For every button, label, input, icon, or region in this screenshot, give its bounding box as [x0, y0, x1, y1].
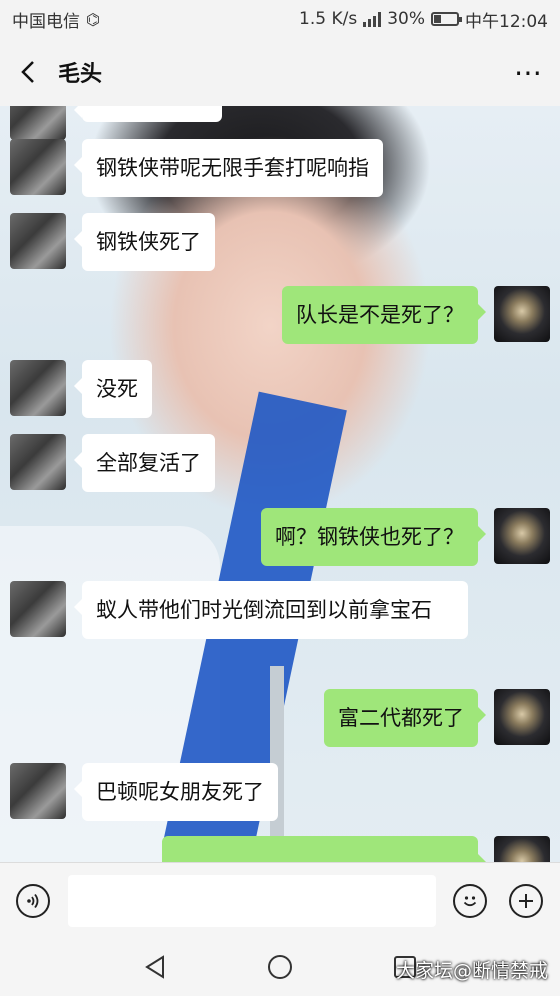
- message-bubble[interactable]: 队长是不是死了？: [282, 286, 486, 344]
- chat-message-list[interactable]: 钢铁侠带呢无限手套打呢响指 钢铁侠死了 队长是不是死了？ 没死 全部复活了 啊？…: [0, 106, 560, 862]
- message-row: 钢铁侠带呢无限手套打呢响指: [10, 139, 383, 197]
- message-bubble[interactable]: 蚁人带他们时光倒流回到以前拿宝石: [74, 581, 468, 639]
- more-options-icon[interactable]: ⋯: [514, 56, 544, 89]
- chat-title: 毛头: [58, 62, 103, 87]
- message-row: 队长是不是死了？: [282, 286, 550, 344]
- message-bubble[interactable]: 钢铁侠带呢无限手套打呢响指: [74, 139, 383, 197]
- friend-avatar[interactable]: [10, 360, 66, 416]
- my-avatar[interactable]: [494, 286, 550, 342]
- friend-avatar[interactable]: [10, 763, 66, 819]
- my-avatar[interactable]: [494, 689, 550, 745]
- message-row: 钢铁侠死了: [10, 213, 215, 271]
- message-bubble[interactable]: 巴顿呢女朋友死了: [74, 763, 278, 821]
- message-bubble-partial: [74, 106, 222, 122]
- message-row: 蚁人带他们时光倒流回到以前拿宝石: [10, 581, 468, 639]
- my-avatar[interactable]: [494, 508, 550, 564]
- friend-avatar[interactable]: [10, 213, 66, 269]
- emoji-icon[interactable]: [453, 884, 487, 918]
- battery-percent: 30%: [387, 9, 425, 29]
- friend-avatar[interactable]: [10, 139, 66, 195]
- message-bubble[interactable]: 没死: [74, 360, 152, 418]
- message-bubble[interactable]: 钢铁侠死了: [74, 213, 215, 271]
- message-bubble[interactable]: 富二代都死了: [324, 689, 486, 747]
- message-bubble[interactable]: 全部复活了: [74, 434, 215, 492]
- clock: 中午12:04: [465, 11, 548, 32]
- message-partial-top: [10, 106, 222, 140]
- message-row: 巴顿呢女朋友死了: [10, 763, 278, 821]
- status-bar: 中国电信 ⌬ 1.5 K/s 30% 中午12:04: [0, 0, 560, 38]
- network-speed: 1.5 K/s: [299, 9, 358, 29]
- message-row: 全部复活了: [10, 434, 215, 492]
- input-bar: [0, 862, 560, 938]
- my-avatar[interactable]: [494, 836, 550, 862]
- nav-home-icon[interactable]: [267, 954, 293, 984]
- message-bubble[interactable]: 啊？钢铁侠也死了？: [261, 508, 486, 566]
- back-arrow-icon[interactable]: [16, 60, 40, 84]
- friend-avatar[interactable]: [10, 434, 66, 490]
- nav-back-icon[interactable]: [142, 954, 168, 984]
- battery-icon: [431, 12, 462, 26]
- watermark: 大家坛@断情禁戒: [395, 960, 548, 982]
- signal-icon: [363, 11, 382, 27]
- message-row: 富二代都死了: [324, 689, 550, 747]
- friend-avatar[interactable]: [10, 581, 66, 637]
- chat-header: 毛头 ⋯: [0, 38, 560, 106]
- message-row: 啊？钢铁侠也死了？: [261, 508, 550, 566]
- friend-avatar[interactable]: [10, 106, 66, 140]
- usb-icon: ⌬: [86, 9, 100, 29]
- message-bubble-partial: [162, 836, 486, 862]
- message-input[interactable]: [68, 875, 436, 927]
- voice-input-icon[interactable]: [16, 884, 50, 918]
- carrier-label: 中国电信: [12, 11, 80, 32]
- message-partial-bottom: [162, 836, 550, 862]
- plus-icon[interactable]: [509, 884, 543, 918]
- message-row: 没死: [10, 360, 152, 418]
